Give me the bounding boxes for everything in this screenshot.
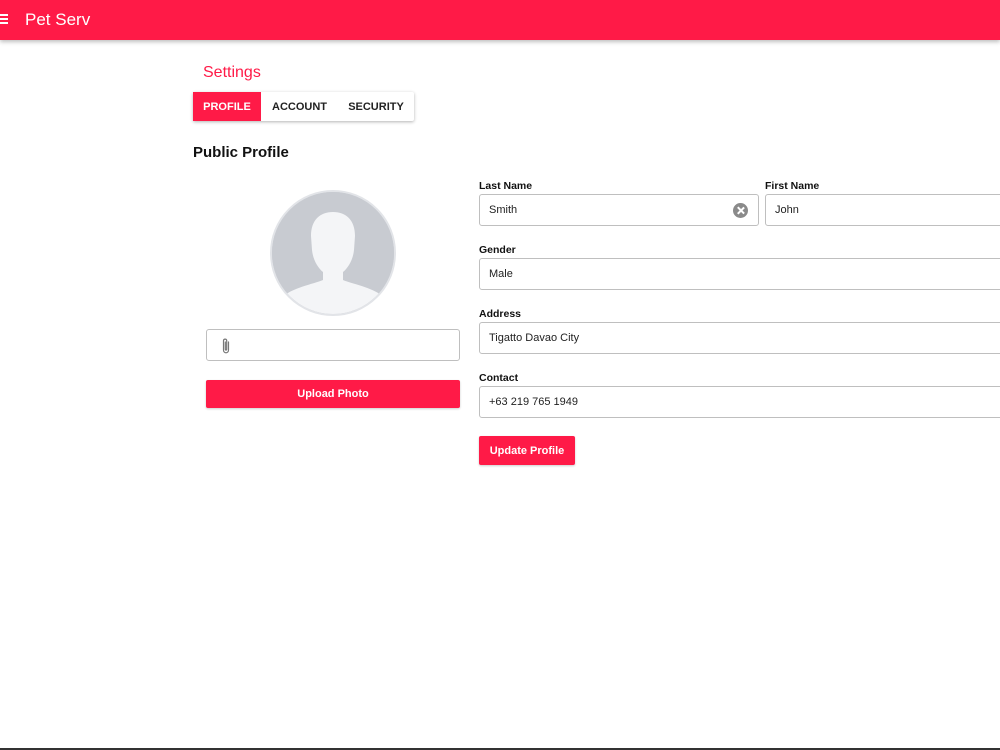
settings-tabs: PROFILE ACCOUNT SECURITY bbox=[193, 92, 414, 121]
tab-profile[interactable]: PROFILE bbox=[193, 92, 261, 121]
contact-field[interactable]: +63 219 765 1949 bbox=[479, 386, 1000, 418]
first-name-label: First Name bbox=[765, 180, 820, 192]
address-field[interactable]: Tigatto Davao City bbox=[479, 322, 1000, 354]
paperclip-icon bbox=[222, 338, 230, 354]
address-value: Tigatto Davao City bbox=[489, 332, 580, 344]
address-label: Address bbox=[479, 308, 522, 320]
contact-value: +63 219 765 1949 bbox=[489, 396, 579, 408]
page-title: Settings bbox=[203, 64, 261, 81]
photo-file-input[interactable] bbox=[206, 329, 460, 361]
update-profile-button[interactable]: Update Profile bbox=[479, 436, 575, 465]
gender-label: Gender bbox=[479, 244, 516, 256]
upload-photo-button[interactable]: Upload Photo bbox=[206, 380, 460, 408]
last-name-field[interactable]: Smith bbox=[479, 194, 759, 226]
first-name-field[interactable]: John bbox=[765, 194, 1000, 226]
contact-label: Contact bbox=[479, 372, 519, 384]
gender-field[interactable]: Male bbox=[479, 258, 1000, 290]
clear-icon[interactable] bbox=[733, 203, 748, 218]
user-silhouette-icon bbox=[272, 192, 394, 314]
last-name-label: Last Name bbox=[479, 180, 533, 192]
last-name-value: Smith bbox=[489, 204, 518, 216]
gender-value: Male bbox=[489, 268, 513, 280]
menu-icon[interactable] bbox=[0, 14, 10, 26]
section-title: Public Profile bbox=[193, 144, 289, 161]
avatar bbox=[270, 190, 396, 316]
top-app-bar: Pet Serv bbox=[0, 0, 1000, 40]
first-name-value: John bbox=[775, 204, 799, 216]
tab-security[interactable]: SECURITY bbox=[338, 92, 414, 121]
app-title: Pet Serv bbox=[25, 10, 91, 29]
tab-account[interactable]: ACCOUNT bbox=[261, 92, 338, 121]
